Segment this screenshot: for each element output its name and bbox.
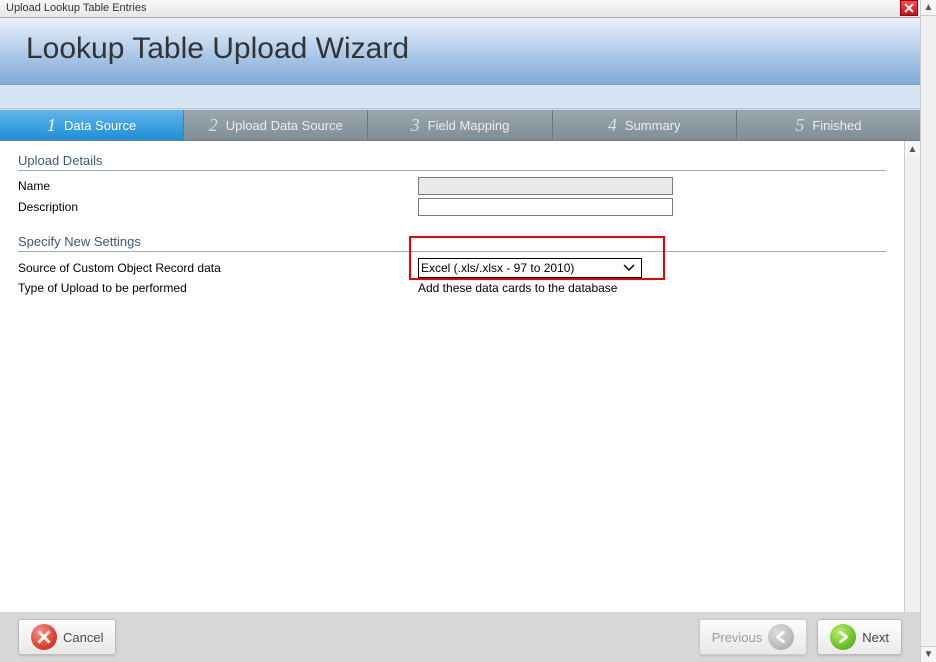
label-description: Description	[18, 200, 418, 214]
scroll-up-icon[interactable]: ▲	[921, 0, 936, 16]
cancel-label: Cancel	[63, 630, 103, 645]
step-field-mapping[interactable]: 3 Field Mapping	[368, 110, 552, 140]
label-upload-type: Type of Upload to be performed	[18, 281, 418, 295]
step-number: 5	[795, 115, 804, 136]
step-label: Field Mapping	[428, 118, 510, 133]
cancel-icon	[31, 624, 57, 650]
source-select[interactable]: Excel (.xls/.xlsx - 97 to 2010)	[418, 258, 642, 278]
header-subband	[0, 85, 920, 109]
name-input	[418, 177, 673, 195]
description-input[interactable]	[418, 198, 673, 216]
label-name: Name	[18, 179, 418, 193]
content-wrap: Upload Details Name Description Specify …	[0, 141, 920, 650]
wizard-header: Lookup Table Upload Wizard	[0, 18, 920, 85]
step-label: Summary	[625, 118, 681, 133]
page-title: Lookup Table Upload Wizard	[26, 32, 894, 66]
previous-button: Previous	[699, 619, 808, 655]
step-label: Data Source	[64, 118, 136, 133]
content-pane: Upload Details Name Description Specify …	[0, 141, 904, 650]
section-specify-settings: Specify New Settings	[18, 234, 886, 252]
cancel-button[interactable]: Cancel	[18, 619, 116, 655]
content-scrollbar[interactable]: ▲ ▼	[904, 141, 920, 650]
step-data-source[interactable]: 1 Data Source	[0, 110, 184, 140]
step-bar: 1 Data Source 2 Upload Data Source 3 Fie…	[0, 109, 920, 141]
label-source: Source of Custom Object Record data	[18, 261, 418, 275]
step-summary[interactable]: 4 Summary	[553, 110, 737, 140]
section-upload-details: Upload Details	[18, 153, 886, 171]
close-button[interactable]	[900, 0, 918, 16]
scroll-track[interactable]	[905, 157, 920, 634]
step-number: 1	[47, 115, 56, 136]
wizard-footer: Cancel Previous Next	[0, 612, 920, 662]
row-upload-type: Type of Upload to be performed Add these…	[18, 281, 886, 295]
step-upload-data-source[interactable]: 2 Upload Data Source	[184, 110, 368, 140]
row-source: Source of Custom Object Record data Exce…	[18, 258, 886, 278]
row-description: Description	[18, 198, 886, 216]
step-label: Upload Data Source	[226, 118, 343, 133]
step-number: 2	[209, 115, 218, 136]
wizard-window: Upload Lookup Table Entries Lookup Table…	[0, 0, 920, 662]
close-icon	[904, 3, 914, 13]
scroll-down-icon[interactable]: ▼	[921, 646, 936, 662]
scroll-track[interactable]	[921, 16, 936, 646]
scroll-up-icon[interactable]: ▲	[905, 141, 920, 157]
previous-label: Previous	[712, 630, 763, 645]
next-label: Next	[862, 630, 889, 645]
window-title: Upload Lookup Table Entries	[6, 2, 146, 14]
step-number: 3	[411, 115, 420, 136]
titlebar: Upload Lookup Table Entries	[0, 0, 920, 18]
step-label: Finished	[812, 118, 861, 133]
next-button[interactable]: Next	[817, 619, 902, 655]
arrow-left-icon	[768, 624, 794, 650]
arrow-right-icon	[830, 624, 856, 650]
upload-type-value: Add these data cards to the database	[418, 281, 617, 295]
row-name: Name	[18, 177, 886, 195]
step-finished[interactable]: 5 Finished	[737, 110, 920, 140]
step-number: 4	[608, 115, 617, 136]
outer-scrollbar[interactable]: ▲ ▼	[920, 0, 936, 662]
